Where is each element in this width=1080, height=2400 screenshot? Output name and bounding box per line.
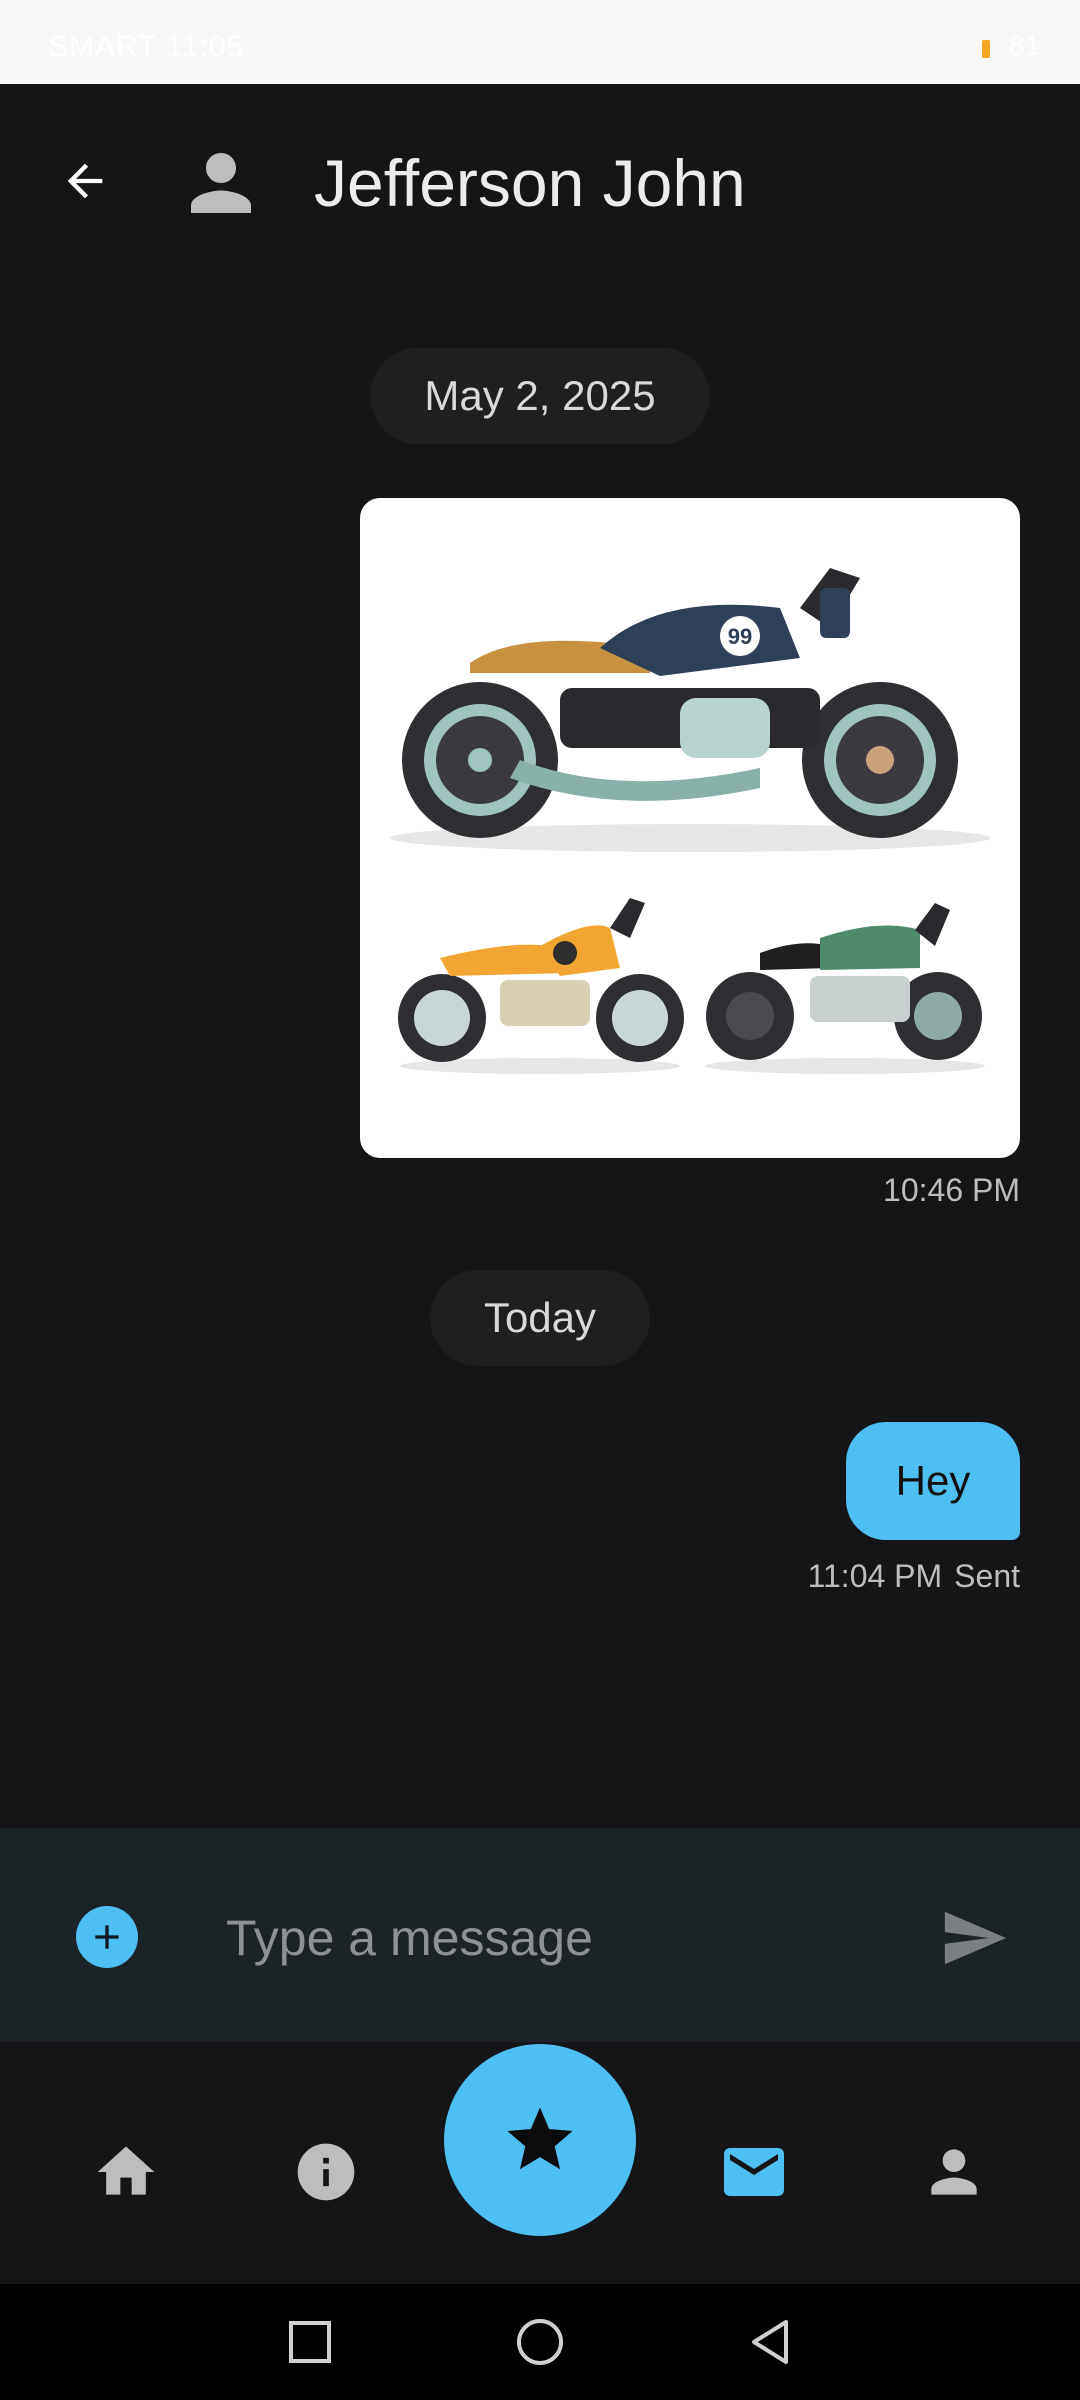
status-bar-left: SMART 11:05 xyxy=(48,30,245,63)
status-bar: SMART 11:05 81 xyxy=(0,0,1080,84)
battery-percentage: 81 xyxy=(1008,30,1040,61)
message-meta: 11:04 PM Sent xyxy=(796,1558,1020,1595)
home-circle-icon xyxy=(517,2319,563,2365)
message-timestamp: 11:04 PM xyxy=(807,1558,943,1594)
contact-name[interactable]: Jefferson John xyxy=(314,138,746,228)
plus-icon xyxy=(95,1925,119,1949)
message-timestamp: 10:46 PM xyxy=(883,1172,1020,1208)
info-icon xyxy=(297,2143,355,2201)
recents-square-icon xyxy=(289,2321,331,2363)
date-divider: Today xyxy=(430,1270,650,1366)
recents-button[interactable] xyxy=(280,2312,340,2372)
message-composer xyxy=(0,1828,1080,2042)
home-icon xyxy=(97,2146,155,2195)
motorcycles-image: 99 xyxy=(390,568,990,1074)
back-button-system[interactable] xyxy=(740,2312,800,2372)
battery-level-indicator xyxy=(982,40,990,58)
nav-messages[interactable] xyxy=(714,2132,794,2212)
sent-message-bubble[interactable]: Hey xyxy=(846,1422,1020,1540)
favorites-fab[interactable] xyxy=(444,2044,636,2236)
nav-profile[interactable] xyxy=(914,2132,994,2212)
message-input[interactable] xyxy=(226,1888,866,1988)
back-button[interactable] xyxy=(50,146,120,216)
person-icon xyxy=(931,2149,977,2195)
star-icon xyxy=(507,2107,573,2170)
mail-icon xyxy=(724,2148,784,2196)
system-navigation-bar xyxy=(0,2284,1080,2400)
nav-info[interactable] xyxy=(286,2132,366,2212)
svg-text:99: 99 xyxy=(728,624,752,649)
date-divider: May 2, 2025 xyxy=(370,348,710,444)
send-button[interactable] xyxy=(936,1900,1012,1976)
arrow-back-icon xyxy=(67,163,103,199)
attach-button[interactable] xyxy=(76,1906,138,1968)
contact-avatar[interactable] xyxy=(176,138,266,228)
nav-home[interactable] xyxy=(86,2132,166,2212)
home-button[interactable] xyxy=(510,2312,570,2372)
chat-header: Jefferson John xyxy=(0,84,1080,274)
back-triangle-icon xyxy=(752,2320,788,2364)
send-icon xyxy=(944,1911,1007,1965)
image-message[interactable]: 99 xyxy=(360,498,1020,1158)
person-icon xyxy=(191,153,251,213)
message-status: Sent xyxy=(954,1558,1020,1594)
